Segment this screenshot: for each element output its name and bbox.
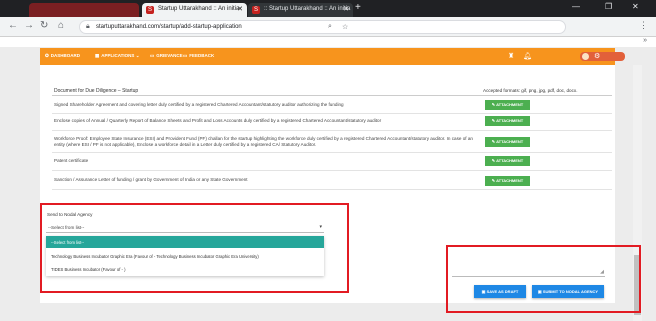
nav-grievance[interactable]: ▭ GRIEVANCE xyxy=(150,53,183,59)
paperclip-icon: ✎ xyxy=(491,139,496,144)
paperclip-icon: ✎ xyxy=(491,158,496,163)
divider xyxy=(52,130,612,131)
nav-feedback-label: FEEDBACK xyxy=(189,53,215,58)
user-profile-redacted[interactable] xyxy=(580,52,625,61)
document-name: Signed Shareholder Agreement and coverin… xyxy=(54,102,344,107)
browser-tab[interactable]: S :: Startup Uttarakhand :: An initia ✕ xyxy=(248,3,353,17)
browser-tab-bar: S Startup Uttarakhand :: An initia ✕ S :… xyxy=(0,0,656,17)
lock-icon: 🔒︎ xyxy=(86,23,90,30)
documents-header: Document for Due Diligence – Startup xyxy=(54,88,139,94)
highlight-box-agency xyxy=(40,203,349,293)
grievance-icon: ▭ xyxy=(150,53,155,58)
document-name: Enclose copies of Annual / Quarterly Rep… xyxy=(54,118,382,123)
dashboard-icon: ✪ xyxy=(45,53,49,58)
forward-icon[interactable]: → xyxy=(24,20,34,31)
paperclip-icon: ✎ xyxy=(491,118,496,123)
url-text: startuputtarakhand.com/startup/add-start… xyxy=(96,24,242,30)
document-name: Workforce Proof: Employee State Insuranc… xyxy=(54,136,473,147)
divider xyxy=(52,152,612,153)
new-tab-icon[interactable]: + xyxy=(355,2,361,13)
feedback-icon: ▭ xyxy=(183,53,188,58)
tab-title: Startup Uttarakhand :: An initia xyxy=(158,6,240,12)
notification-bell-icon[interactable]: 🔔︎ xyxy=(523,52,532,60)
document-name: Patent certificate xyxy=(54,158,89,163)
chevron-down-icon: ⌄ xyxy=(135,53,140,58)
maximize-icon[interactable]: ❐ xyxy=(605,2,612,11)
minimize-icon[interactable]: — xyxy=(572,2,580,11)
close-tab-icon[interactable]: ✕ xyxy=(237,5,243,13)
divider xyxy=(52,170,612,171)
nav-grievance-label: GRIEVANCE xyxy=(156,53,183,58)
nav-feedback[interactable]: ▭ FEEDBACK xyxy=(183,53,214,59)
nav-dashboard-label: DASHBOARD xyxy=(50,53,81,58)
browser-tab-active[interactable]: S Startup Uttarakhand :: An initia ✕ xyxy=(142,3,247,17)
attachment-button[interactable]: ✎ ATTACHMENT xyxy=(485,116,530,126)
nav-applications-label: APPLICATIONS xyxy=(101,53,135,58)
home-icon[interactable]: ⌂ xyxy=(58,20,64,31)
accepted-formats: Accepted formats: gif, png, jpg, pdf, do… xyxy=(483,88,578,93)
divider xyxy=(52,113,612,114)
bookmarks-row: » xyxy=(0,37,656,47)
site-favicon-icon: S xyxy=(146,6,154,14)
nav-dashboard[interactable]: ✪ DASHBOARD xyxy=(45,53,80,59)
attachment-label: ATTACHMENT xyxy=(496,158,524,163)
avatar xyxy=(582,53,589,60)
chevron-right-icon[interactable]: » xyxy=(643,37,647,44)
bookmark-star-icon[interactable]: ☆ xyxy=(342,23,348,31)
divider xyxy=(52,189,612,190)
attachment-button[interactable]: ✎ ATTACHMENT xyxy=(485,156,530,166)
close-tab-icon[interactable]: ✕ xyxy=(343,5,349,13)
settings-gear-icon[interactable]: ⚙ xyxy=(594,52,600,60)
attachment-label: ATTACHMENT xyxy=(496,118,524,123)
attachment-label: ATTACHMENT xyxy=(496,102,524,107)
back-icon[interactable]: ← xyxy=(8,20,18,31)
site-favicon-icon: S xyxy=(252,6,260,14)
tab-title: :: Startup Uttarakhand :: An initia xyxy=(264,6,351,12)
attachment-button[interactable]: ✎ ATTACHMENT xyxy=(485,100,530,110)
paperclip-icon: ✎ xyxy=(491,178,496,183)
divider xyxy=(52,95,612,96)
reload-icon[interactable]: ↻ xyxy=(40,20,48,31)
nav-applications[interactable]: ▦ APPLICATIONS ⌄ xyxy=(95,53,139,59)
applications-icon: ▦ xyxy=(95,53,100,58)
redacted-tab[interactable] xyxy=(29,3,139,17)
app-header: ✪ DASHBOARD ▦ APPLICATIONS ⌄ ▭ GRIEVANCE ▭ F… xyxy=(40,48,625,65)
window-close-icon[interactable]: ✕ xyxy=(632,2,639,11)
zoom-icon[interactable]: ⌕ xyxy=(328,23,332,31)
attachment-label: ATTACHMENT xyxy=(496,178,524,183)
paperclip-icon: ✎ xyxy=(491,102,496,107)
attachment-button[interactable]: ✎ ATTACHMENT xyxy=(485,137,530,147)
document-name: Sanction / Assurance Letter of funding /… xyxy=(54,177,248,182)
url-field[interactable]: 🔒︎ startuputtarakhand.com/startup/add-st… xyxy=(79,20,566,34)
attachment-label: ATTACHMENT xyxy=(496,139,524,144)
highlight-box-actions xyxy=(446,245,641,313)
dashboard-home-icon[interactable]: ♜ xyxy=(508,52,514,60)
browser-menu-icon[interactable]: ⋮ xyxy=(639,20,648,31)
attachment-button[interactable]: ✎ ATTACHMENT xyxy=(485,176,530,186)
address-bar: ← → ↻ ⌂ 🔒︎ startuputtarakhand.com/startu… xyxy=(0,17,656,37)
